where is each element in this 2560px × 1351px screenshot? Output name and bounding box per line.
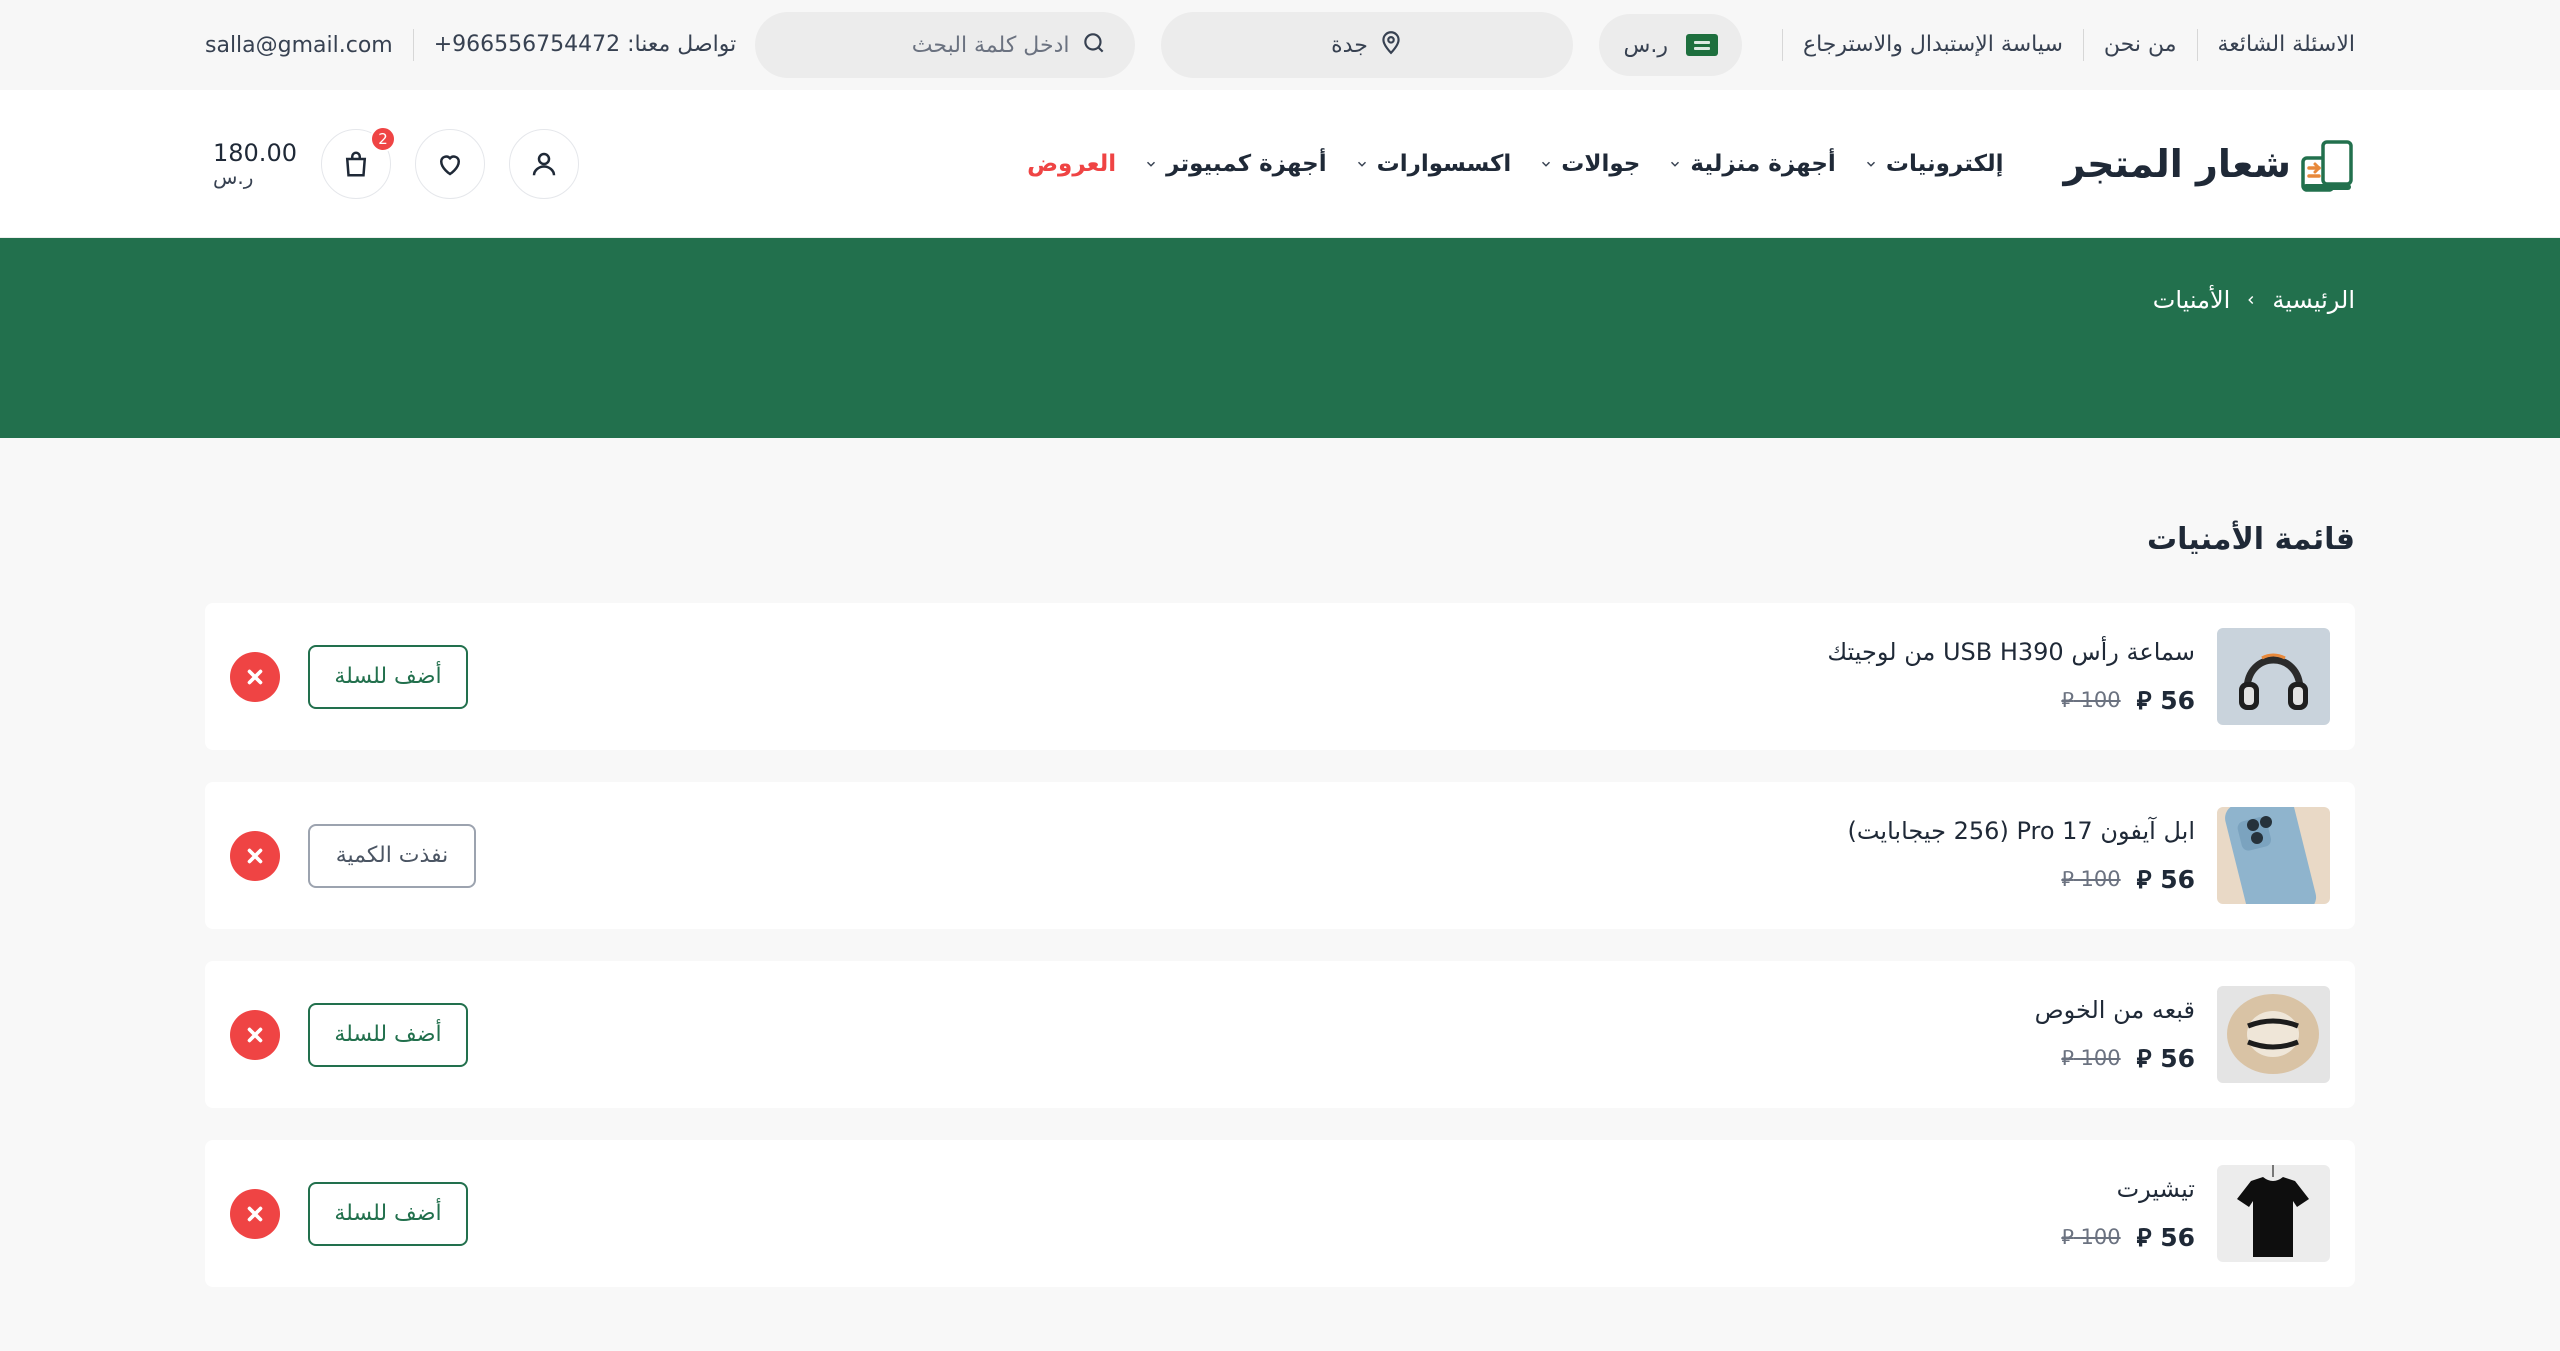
- user-icon: [532, 152, 556, 176]
- chevron-down-icon: [1542, 161, 1551, 167]
- product-image-hat[interactable]: [2217, 986, 2330, 1083]
- product-old-price: 100 ⃁: [2061, 1046, 2121, 1070]
- out-of-stock-button[interactable]: نفذت الكمية: [308, 823, 476, 888]
- chevron-left-icon: [2248, 295, 2254, 305]
- nav-item-label: جوالات: [1561, 151, 1641, 177]
- heart-icon: [439, 155, 460, 176]
- close-icon: [247, 1206, 263, 1221]
- close-icon: [247, 669, 263, 684]
- riyal-symbol-icon: ⃁: [2136, 1043, 2152, 1073]
- contact-email[interactable]: salla@gmail.com: [205, 33, 413, 58]
- breadcrumb-home[interactable]: الرئيسية: [2272, 286, 2355, 314]
- product-old-price: 100 ⃁: [2061, 688, 2121, 712]
- search-icon[interactable]: [1081, 30, 1107, 60]
- product-price: 56 ⃁: [2136, 685, 2195, 715]
- nav-item-label: أجهزة كمبيوتر: [1166, 151, 1327, 177]
- chevron-down-icon: [1866, 161, 1875, 167]
- wishlist-item: قبعه من الخوص 56 ⃁ 100 ⃁ أضف للسلة: [205, 961, 2355, 1108]
- nav-item-home-appliances[interactable]: أجهزة منزلية: [1668, 151, 1836, 177]
- chevron-down-icon: [1671, 161, 1680, 167]
- riyal-symbol-icon: ⃁: [2061, 688, 2074, 712]
- account-button[interactable]: [508, 129, 579, 199]
- page-hero: الرئيسية الأمنيات: [0, 238, 2560, 438]
- city-label: جدة: [1331, 32, 1368, 58]
- cart-count-badge: 2: [369, 126, 396, 152]
- remove-item-button[interactable]: [230, 651, 280, 702]
- main-content: قائمة الأمنيات سماعة رأس USB H390 من لوج…: [0, 438, 2560, 1287]
- wishlist-item: تيشيرت 56 ⃁ 100 ⃁ أضف للسلة: [205, 1140, 2355, 1287]
- faq-link[interactable]: الاسئلة الشائعة: [2196, 29, 2355, 61]
- breadcrumb: الرئيسية الأمنيات: [205, 286, 2355, 314]
- store-logo-icon: [2301, 138, 2355, 192]
- riyal-symbol-icon: ⃁: [2136, 1222, 2152, 1252]
- wishlist-button[interactable]: [414, 129, 485, 199]
- product-name[interactable]: ابل آيفون 17 Pro (256 جيجابايت): [1848, 817, 2196, 845]
- product-image-tshirt[interactable]: [2217, 1165, 2330, 1262]
- store-logo-text: شعار المتجر: [2063, 142, 2292, 186]
- riyal-symbol-icon: ⃁: [2136, 864, 2152, 894]
- currency-label: ر.س: [1623, 32, 1668, 58]
- city-selector[interactable]: جدة: [1161, 12, 1574, 78]
- add-to-cart-button[interactable]: أضف للسلة: [308, 644, 468, 709]
- cart-total-amount: 180.00: [213, 138, 297, 167]
- cart-total[interactable]: 180.00 ر.س: [213, 138, 297, 190]
- add-to-cart-button[interactable]: أضف للسلة: [308, 1002, 468, 1067]
- chevron-down-icon: [1357, 161, 1366, 167]
- contact-info: تواصل معنا: +966556754472: [412, 29, 737, 61]
- main-nav: إلكترونيات أجهزة منزلية جوالات اكسسوارات…: [1027, 151, 2003, 177]
- nav-item-label: إلكترونيات: [1885, 151, 2004, 177]
- nav-item-label: العروض: [1027, 151, 1117, 177]
- location-pin-icon: [1378, 29, 1404, 61]
- product-name[interactable]: تيشيرت: [2061, 1175, 2195, 1203]
- main-header: شعار المتجر إلكترونيات أجهزة منزلية جوال…: [0, 90, 2560, 238]
- add-to-cart-button[interactable]: أضف للسلة: [308, 1181, 468, 1246]
- shopping-bag-icon: [345, 151, 367, 177]
- nav-item-label: أجهزة منزلية: [1690, 151, 1836, 177]
- product-old-price: 100 ⃁: [2061, 867, 2121, 891]
- product-old-price: 100 ⃁: [2061, 1225, 2121, 1249]
- wishlist-item: سماعة رأس USB H390 من لوجيتك 56 ⃁ 100 ⃁ …: [205, 603, 2355, 750]
- product-name[interactable]: سماعة رأس USB H390 من لوجيتك: [1827, 638, 2195, 666]
- page-title: قائمة الأمنيات: [2146, 522, 2355, 557]
- riyal-symbol-icon: ⃁: [2061, 867, 2074, 891]
- cart-button[interactable]: 2: [320, 126, 396, 199]
- wishlist-item: ابل آيفون 17 Pro (256 جيجابايت) 56 ⃁ 100…: [205, 782, 2355, 929]
- product-price: 56 ⃁: [2136, 1222, 2195, 1252]
- breadcrumb-current: الأمنيات: [2152, 286, 2231, 314]
- saudi-flag-icon: [1685, 34, 1718, 56]
- remove-item-button[interactable]: [230, 1009, 280, 1060]
- return-policy-link[interactable]: سياسة الإستبدال والاسترجاع: [1781, 29, 2083, 61]
- product-name[interactable]: قبعه من الخوص: [2035, 996, 2195, 1024]
- remove-item-button[interactable]: [230, 830, 280, 881]
- nav-item-accessories[interactable]: اكسسوارات: [1355, 151, 1512, 177]
- chevron-down-icon: [1147, 161, 1156, 167]
- product-price: 56 ⃁: [2136, 1043, 2195, 1073]
- contact-phone[interactable]: +966556754472: [434, 32, 620, 57]
- cart-total-currency: ر.س: [213, 165, 254, 190]
- riyal-symbol-icon: ⃁: [2061, 1046, 2074, 1070]
- product-image-headphones[interactable]: [2217, 628, 2330, 725]
- nav-item-offers[interactable]: العروض: [1027, 151, 1116, 177]
- remove-item-button[interactable]: [230, 1188, 280, 1239]
- search-box: [755, 12, 1136, 78]
- nav-item-label: اكسسوارات: [1376, 151, 1512, 177]
- nav-item-computers[interactable]: أجهزة كمبيوتر: [1144, 151, 1327, 177]
- nav-item-phones[interactable]: جوالات: [1539, 151, 1640, 177]
- currency-selector[interactable]: ر.س: [1599, 14, 1742, 76]
- close-icon: [247, 848, 263, 863]
- close-icon: [247, 1027, 263, 1042]
- search-input[interactable]: [783, 32, 1070, 58]
- about-link[interactable]: من نحن: [2082, 29, 2197, 61]
- contact-label: تواصل معنا:: [627, 32, 737, 57]
- nav-item-electronics[interactable]: إلكترونيات: [1864, 151, 2004, 177]
- wishlist-list: سماعة رأس USB H390 من لوجيتك 56 ⃁ 100 ⃁ …: [205, 603, 2355, 1287]
- product-image-iphone[interactable]: [2217, 807, 2330, 904]
- topbar: الاسئلة الشائعة من نحن سياسة الإستبدال و…: [0, 0, 2560, 90]
- riyal-symbol-icon: ⃁: [2136, 685, 2152, 715]
- riyal-symbol-icon: ⃁: [2061, 1225, 2074, 1249]
- store-logo[interactable]: شعار المتجر: [2063, 138, 2356, 192]
- product-price: 56 ⃁: [2136, 864, 2195, 894]
